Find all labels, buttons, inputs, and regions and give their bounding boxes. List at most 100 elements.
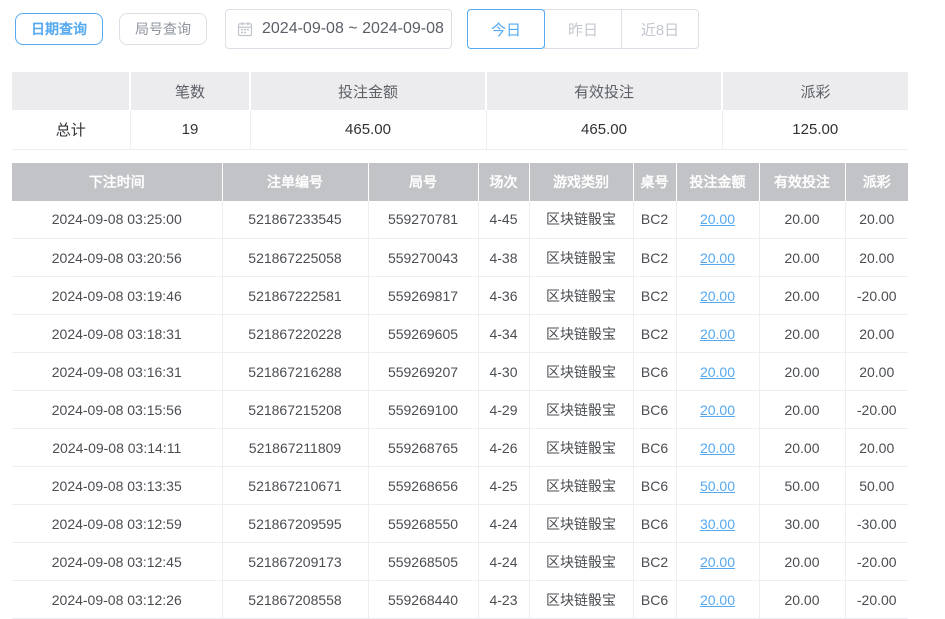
summary-value: 19: [130, 110, 250, 149]
toolbar: 日期查询 局号查询 2024-09-08 ~ 2024-09-08 今日昨日近8…: [15, 8, 945, 50]
summary-column-header: 派彩: [722, 72, 908, 110]
cell: 2024-09-08 03:12:59: [12, 505, 222, 543]
cell: 20.00: [676, 429, 759, 467]
cell: 2024-09-08 03:20:56: [12, 239, 222, 277]
cell: 2024-09-08 03:25:00: [12, 201, 222, 239]
cell: 20.00: [759, 201, 845, 239]
bet-amount-link[interactable]: 20.00: [700, 250, 735, 266]
cell: 2024-09-08 03:16:31: [12, 353, 222, 391]
cell: 20.00: [676, 201, 759, 239]
summary-data-row: 总计19465.00465.00125.00: [12, 110, 908, 149]
cell: 30.00: [759, 505, 845, 543]
column-header: 场次: [478, 163, 529, 201]
cell: 521867225058: [222, 239, 368, 277]
cell: 区块链骰宝: [529, 315, 633, 353]
cell: 区块链骰宝: [529, 391, 633, 429]
cell: 559270043: [368, 239, 478, 277]
cell: 559269817: [368, 277, 478, 315]
summary-value: 465.00: [486, 110, 722, 149]
summary-row-label: 总计: [12, 110, 130, 149]
cell: 521867210671: [222, 467, 368, 505]
cell: 521867209595: [222, 505, 368, 543]
summary-value: 125.00: [722, 110, 908, 149]
cell: 2024-09-08 03:14:11: [12, 429, 222, 467]
cell: 521867216288: [222, 353, 368, 391]
cell: 4-45: [478, 201, 529, 239]
cell: 区块链骰宝: [529, 543, 633, 581]
bet-amount-link[interactable]: 20.00: [700, 326, 735, 342]
cell: 2024-09-08 03:12:45: [12, 543, 222, 581]
cell: 30.00: [676, 505, 759, 543]
cell: 559269100: [368, 391, 478, 429]
table-row: 2024-09-08 03:19:46521867222581559269817…: [12, 277, 908, 315]
cell: BC2: [633, 239, 676, 277]
column-header: 桌号: [633, 163, 676, 201]
bet-amount-link[interactable]: 20.00: [700, 211, 735, 227]
bet-amount-link[interactable]: 20.00: [700, 364, 735, 380]
column-header: 派彩: [845, 163, 908, 201]
cell: 20.00: [845, 201, 908, 239]
quick-range-yesterday-button[interactable]: 昨日: [544, 9, 622, 49]
cell: 20.00: [845, 315, 908, 353]
bet-amount-link[interactable]: 20.00: [700, 288, 735, 304]
quick-range-today-button[interactable]: 今日: [467, 9, 545, 49]
cell: 4-26: [478, 429, 529, 467]
round-query-tab-button[interactable]: 局号查询: [119, 13, 207, 45]
main-header-row: 下注时间注单编号局号场次游戏类别桌号投注金额有效投注派彩: [12, 163, 908, 201]
cell: 559269605: [368, 315, 478, 353]
table-row: 2024-09-08 03:20:56521867225058559270043…: [12, 239, 908, 277]
date-query-tab-button[interactable]: 日期查询: [15, 13, 103, 45]
cell: BC2: [633, 201, 676, 239]
search-button[interactable]: 查询: [712, 10, 787, 49]
cell: 521867220228: [222, 315, 368, 353]
cell: BC6: [633, 353, 676, 391]
summary-column-header: 笔数: [130, 72, 250, 110]
date-range-value: 2024-09-08 ~ 2024-09-08: [262, 20, 444, 38]
cell: 559270781: [368, 201, 478, 239]
cell: 2024-09-08 03:15:56: [12, 391, 222, 429]
main-table-body: 2024-09-08 03:25:00521867233545559270781…: [12, 201, 908, 619]
calendar-icon: [237, 21, 253, 37]
table-row: 2024-09-08 03:16:31521867216288559269207…: [12, 353, 908, 391]
cell: 20.00: [676, 543, 759, 581]
column-header: 下注时间: [12, 163, 222, 201]
quick-range-group: 今日昨日近8日: [467, 9, 699, 49]
bet-amount-link[interactable]: 20.00: [700, 440, 735, 456]
cell: 559269207: [368, 353, 478, 391]
cell: 521867209173: [222, 543, 368, 581]
cell: 4-24: [478, 543, 529, 581]
cell: BC6: [633, 467, 676, 505]
cell: -30.00: [845, 505, 908, 543]
cell: BC6: [633, 505, 676, 543]
cell: 559268550: [368, 505, 478, 543]
cell: BC2: [633, 315, 676, 353]
bet-amount-link[interactable]: 50.00: [700, 478, 735, 494]
cell: BC6: [633, 429, 676, 467]
cell: 521867233545: [222, 201, 368, 239]
cell: -20.00: [845, 277, 908, 315]
cell: 20.00: [676, 277, 759, 315]
cell: 20.00: [676, 315, 759, 353]
bet-amount-link[interactable]: 20.00: [700, 402, 735, 418]
date-range-picker[interactable]: 2024-09-08 ~ 2024-09-08: [225, 9, 452, 49]
cell: 区块链骰宝: [529, 277, 633, 315]
cell: 20.00: [676, 353, 759, 391]
quick-range-last8days-button[interactable]: 近8日: [621, 9, 699, 49]
cell: 521867215208: [222, 391, 368, 429]
cell: 50.00: [759, 467, 845, 505]
cell: 50.00: [676, 467, 759, 505]
cell: 区块链骰宝: [529, 505, 633, 543]
summary-value: 465.00: [250, 110, 486, 149]
column-header: 有效投注: [759, 163, 845, 201]
cell: 区块链骰宝: [529, 201, 633, 239]
cell: 4-29: [478, 391, 529, 429]
column-header: 投注金额: [676, 163, 759, 201]
cell: 20.00: [845, 353, 908, 391]
table-row: 2024-09-08 03:15:56521867215208559269100…: [12, 391, 908, 429]
bet-records-table: 下注时间注单编号局号场次游戏类别桌号投注金额有效投注派彩 2024-09-08 …: [12, 163, 908, 619]
cell: 20.00: [759, 239, 845, 277]
bet-amount-link[interactable]: 20.00: [700, 554, 735, 570]
cell: 20.00: [759, 315, 845, 353]
summary-column-header: [12, 72, 130, 110]
bet-amount-link[interactable]: 30.00: [700, 516, 735, 532]
